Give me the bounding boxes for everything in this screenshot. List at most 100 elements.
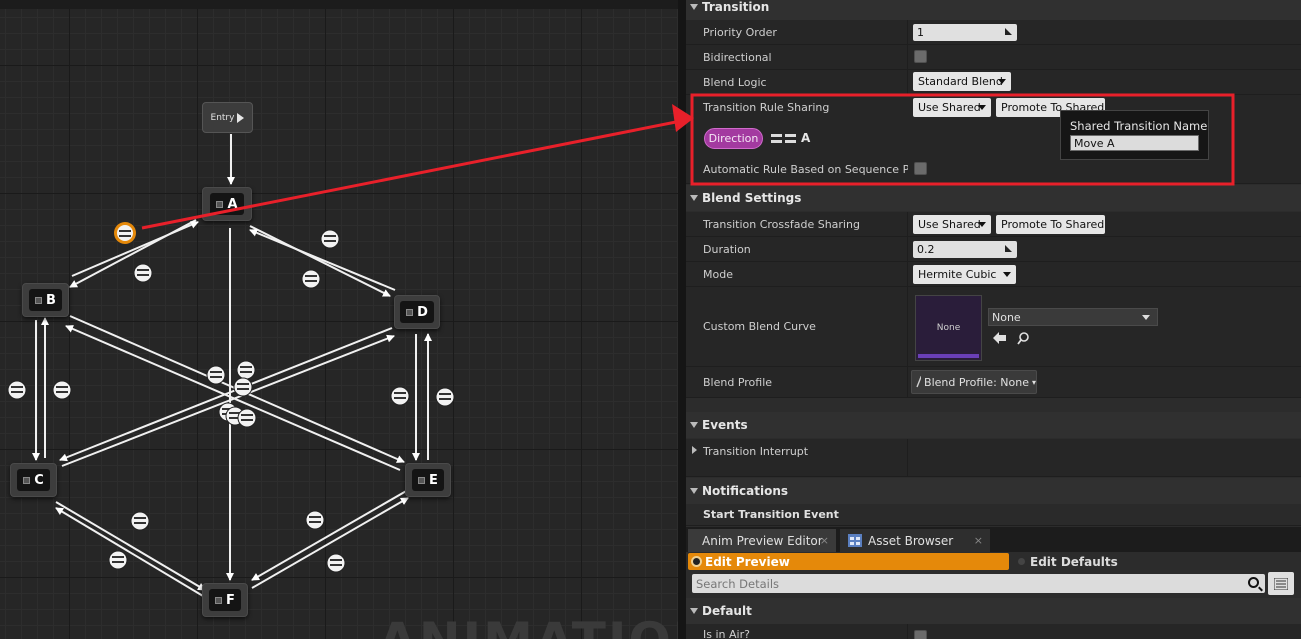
combo-value: Use Shared: [918, 101, 981, 114]
priority-order-field[interactable]: 1: [913, 24, 1017, 41]
state-node-e[interactable]: E: [405, 463, 451, 497]
row-start-transition-event[interactable]: Start Transition Event: [686, 504, 1301, 526]
curve-asset-picker[interactable]: None: [988, 308, 1158, 326]
category-transition[interactable]: Transition: [686, 0, 1301, 20]
direction-variable-pill[interactable]: Direction: [704, 128, 763, 149]
column-divider: [907, 624, 908, 639]
tab-anim-preview-editor[interactable]: Anim Preview Editor ×: [688, 529, 836, 552]
view-options-button[interactable]: [1268, 572, 1294, 595]
resize-grip-icon: [1005, 28, 1012, 35]
transition-icon[interactable]: [237, 408, 257, 428]
state-machine-graph[interactable]: Entry A B C D E F ANIMATION: [0, 0, 678, 639]
mode-combo[interactable]: Hermite Cubic: [913, 265, 1016, 284]
state-label: F: [226, 592, 235, 608]
state-label: B: [46, 292, 56, 308]
category-title: Transition: [702, 0, 770, 14]
column-divider: [907, 262, 908, 286]
category-title: Notifications: [702, 484, 789, 498]
state-node-c[interactable]: C: [10, 463, 57, 497]
transition-icon[interactable]: [435, 387, 455, 407]
equals-icon: [771, 133, 796, 145]
expand-triangle-icon[interactable]: [692, 446, 697, 454]
property-label: Start Transition Event: [703, 508, 839, 521]
property-label: Transition Interrupt: [703, 444, 809, 458]
row-custom-blend-curve: Custom Blend Curve: [686, 287, 1301, 367]
details-panel: Transition Priority Order 1 Bidirectiona…: [686, 0, 1301, 639]
entry-label: Entry: [210, 112, 235, 123]
edit-defaults-toggle[interactable]: Edit Defaults: [1016, 553, 1118, 570]
duration-field[interactable]: 0.2: [913, 241, 1017, 258]
shared-transition-name-input[interactable]: Move A: [1070, 135, 1199, 151]
category-default[interactable]: Default: [686, 598, 1301, 624]
state-icon: [35, 296, 43, 304]
transition-icon[interactable]: [108, 550, 128, 570]
browse-search-icon[interactable]: [1017, 332, 1030, 345]
state-label: A: [227, 196, 238, 212]
property-label: Transition Rule Sharing: [703, 101, 830, 114]
combo-value: Standard Blend: [918, 75, 1003, 88]
collapse-triangle-icon: [690, 488, 698, 494]
edit-preview-toggle[interactable]: Edit Preview: [688, 553, 1009, 570]
combo-value: Hermite Cubic: [918, 268, 997, 281]
transition-icon[interactable]: [301, 269, 321, 289]
radio-icon: [1018, 558, 1025, 565]
entry-node[interactable]: Entry: [202, 102, 253, 133]
asset-browser-icon: [848, 534, 862, 547]
transition-icon[interactable]: [390, 386, 410, 406]
curve-thumbnail[interactable]: None: [915, 295, 982, 361]
crossfade-sharing-combo[interactable]: Use Shared: [913, 215, 991, 234]
transition-icon[interactable]: [133, 263, 153, 283]
use-selected-arrow-icon[interactable]: [993, 332, 1007, 344]
combo-value: Blend Profile: None: [924, 375, 1029, 389]
close-icon[interactable]: ×: [974, 534, 983, 547]
state-node-f[interactable]: F: [202, 583, 248, 617]
thumbnail-label: None: [936, 323, 961, 333]
property-label: Custom Blend Curve: [703, 320, 816, 333]
state-node-a[interactable]: A: [202, 187, 252, 221]
transition-icon[interactable]: [305, 510, 325, 530]
category-title: Events: [702, 418, 748, 432]
property-label: Bidirectional: [703, 50, 772, 64]
category-events[interactable]: Events: [686, 412, 1301, 438]
transition-icon[interactable]: [206, 365, 226, 385]
row-transition-interrupt[interactable]: Transition Interrupt: [686, 439, 1301, 477]
transition-icon[interactable]: [236, 360, 256, 380]
property-label: Transition Crossfade Sharing: [703, 217, 860, 231]
blend-profile-icon: [916, 376, 922, 388]
search-details-input[interactable]: Search Details: [692, 574, 1265, 593]
transition-icon[interactable]: [7, 380, 27, 400]
chevron-down-icon: [978, 222, 986, 227]
state-icon: [418, 476, 426, 484]
property-label: Mode: [703, 267, 733, 281]
close-icon[interactable]: ×: [820, 534, 829, 547]
list-view-icon: [1274, 577, 1288, 590]
blend-profile-picker[interactable]: Blend Profile: None ▾: [911, 370, 1037, 394]
transition-icon[interactable]: [52, 380, 72, 400]
column-divider: [907, 367, 908, 397]
transition-icon[interactable]: [130, 511, 150, 531]
property-label: Blend Logic: [703, 75, 767, 89]
state-node-b[interactable]: B: [22, 283, 69, 317]
transition-icon[interactable]: [233, 377, 253, 397]
tab-asset-browser[interactable]: Asset Browser ×: [840, 529, 990, 552]
collapse-triangle-icon: [690, 422, 698, 428]
transition-icon[interactable]: [320, 229, 340, 249]
category-blend-settings[interactable]: Blend Settings: [686, 185, 1301, 211]
rule-sharing-combo[interactable]: Use Shared: [913, 98, 991, 117]
promote-to-shared-crossfade-button[interactable]: Promote To Shared: [996, 215, 1105, 234]
state-node-d[interactable]: D: [394, 295, 440, 329]
bidirectional-checkbox[interactable]: [914, 50, 927, 63]
asset-type-bar: [918, 354, 979, 358]
automatic-rule-checkbox[interactable]: [914, 162, 927, 175]
category-notifications[interactable]: Notifications: [686, 478, 1301, 504]
row-bidirectional: Bidirectional: [686, 45, 1301, 70]
property-label: Is in Air?: [703, 627, 750, 639]
resize-grip-icon: [1005, 245, 1012, 252]
chevron-down-icon: ▾: [1031, 377, 1036, 387]
is-in-air-checkbox[interactable]: [914, 630, 927, 639]
blend-logic-combo[interactable]: Standard Blend: [913, 72, 1011, 91]
transition-icon[interactable]: [326, 553, 346, 573]
toggle-label: Edit Defaults: [1030, 554, 1118, 569]
state-icon: [215, 596, 223, 604]
panel-splitter[interactable]: [678, 0, 686, 639]
